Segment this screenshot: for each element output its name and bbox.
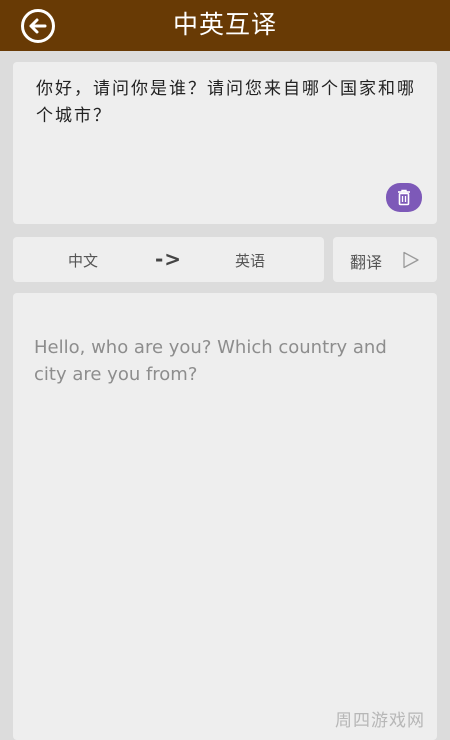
translated-text: Hello, who are you? Which country and ci…	[34, 337, 387, 385]
watermark: 周四游戏网	[335, 711, 425, 731]
page-title: 中英互译	[172, 10, 277, 39]
language-direction-arrow[interactable]: ->	[155, 247, 182, 271]
play-icon	[403, 251, 419, 269]
source-text[interactable]: 你好，请问你是谁？请问您来自哪个国家和哪个城市？	[36, 76, 416, 130]
trash-icon	[398, 189, 410, 206]
clear-button[interactable]	[386, 183, 422, 212]
app-header: 中英互译	[0, 0, 450, 51]
translation-output-area: Hello, who are you? Which country and ci…	[13, 293, 437, 740]
translate-label: 翻译	[350, 253, 383, 272]
source-input-area[interactable]: 你好，请问你是谁？请问您来自哪个国家和哪个城市？	[13, 62, 437, 224]
target-language[interactable]: 英语	[235, 250, 265, 271]
language-selector: 中文 -> 英语	[13, 237, 324, 282]
translate-button[interactable]: 翻译	[333, 237, 437, 282]
source-language[interactable]: 中文	[68, 250, 98, 271]
